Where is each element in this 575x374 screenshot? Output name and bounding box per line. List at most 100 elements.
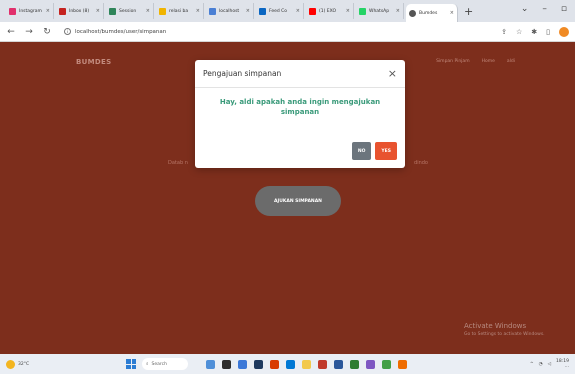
tab-feed[interactable]: Feed Co × — [256, 3, 304, 19]
sun-icon — [6, 359, 15, 369]
top-nav: Simpan Pinjam Home aldi — [436, 59, 515, 64]
taskbar-search[interactable]: ⌕ Search — [142, 358, 188, 370]
tab-relasi[interactable]: relasi ba × — [156, 3, 204, 19]
wifi-icon[interactable]: ◔ — [539, 362, 543, 367]
welcome-left: Datab n — [168, 160, 188, 166]
info-icon[interactable]: i — [64, 28, 71, 35]
reload-icon[interactable]: ↻ — [42, 27, 52, 37]
sidebar-icon[interactable]: ▯ — [546, 28, 550, 36]
tab-label: Feed Co — [269, 8, 288, 14]
weather-temp: 32°C — [18, 361, 30, 367]
globe-icon — [409, 9, 416, 17]
yes-button[interactable]: YES — [375, 142, 397, 160]
word-icon[interactable] — [334, 359, 343, 369]
search-label: Search — [151, 361, 167, 367]
close-tab-icon[interactable]: × — [346, 8, 350, 14]
modal-footer: NO YES — [351, 142, 397, 160]
office-icon[interactable] — [270, 359, 279, 369]
welcome-right: dindo — [414, 160, 428, 166]
tab-label: Inbox (8) — [69, 8, 90, 14]
slides-icon — [159, 7, 166, 15]
app-orange-icon[interactable] — [398, 359, 407, 369]
close-tab-icon[interactable]: × — [296, 8, 300, 14]
forward-arrow-icon[interactable]: → — [24, 27, 34, 37]
taskbar-apps — [206, 359, 407, 369]
close-icon[interactable]: × — [388, 67, 397, 80]
minimize-button[interactable]: – — [542, 4, 547, 14]
clock-date: ... — [564, 364, 569, 369]
modal-message: Hay, aldi apakah anda ingin mengajukan s… — [219, 98, 381, 116]
chevron-down-icon[interactable]: ⌄ — [521, 4, 529, 14]
gmail-icon — [59, 7, 66, 15]
session-icon — [109, 7, 116, 15]
modal-title: Pengajuan simpanan — [203, 69, 282, 78]
whatsapp-icon — [359, 7, 366, 15]
close-tab-icon[interactable]: × — [196, 8, 200, 14]
share-icon[interactable]: ⇪ — [501, 28, 507, 36]
terminal-icon[interactable] — [254, 359, 263, 369]
back-arrow-icon[interactable]: ← — [6, 27, 16, 37]
url-field[interactable]: i localhost/bumdes/user/simpanan — [64, 28, 166, 35]
tab-label: relasi ba — [169, 8, 189, 14]
nav-user[interactable]: aldi — [507, 59, 515, 64]
activate-windows-watermark: Activate Windows Go to Settings to activ… — [464, 322, 545, 337]
close-tab-icon[interactable]: × — [246, 8, 250, 14]
clock[interactable]: 18:19 ... — [556, 359, 569, 369]
volume-icon[interactable]: ◁ — [548, 362, 551, 367]
tab-label: (1) EXO — [319, 8, 336, 14]
close-tab-icon[interactable]: × — [46, 8, 50, 14]
ajukan-simpanan-button[interactable]: AJUKAN SIMPANAN — [255, 186, 341, 216]
task-view-icon[interactable] — [222, 359, 231, 369]
star-icon[interactable]: ☆ — [516, 28, 522, 36]
windows-start-icon[interactable] — [126, 359, 136, 369]
edge-icon[interactable] — [238, 359, 247, 369]
nav-home[interactable]: Home — [482, 59, 495, 64]
tab-inbox[interactable]: Inbox (8) × — [56, 3, 104, 19]
close-tab-icon[interactable]: × — [450, 10, 454, 16]
app-green-icon[interactable] — [382, 359, 391, 369]
tab-label: localhost — [219, 8, 240, 14]
folder-icon[interactable] — [302, 359, 311, 369]
tab-label: WhatsAp — [369, 8, 390, 14]
app-purple-icon[interactable] — [366, 359, 375, 369]
windows-taskbar: 32°C ⌕ Search ^ ◔ ◁ 18:19 ... — [0, 354, 575, 374]
extensions-icon[interactable]: ✱ — [531, 28, 537, 36]
tab-label: Bumdes — [419, 10, 438, 16]
watermark-subtitle: Go to Settings to activate Windows. — [464, 332, 545, 337]
nav-simpan-pinjam[interactable]: Simpan Pinjam — [436, 59, 470, 64]
tab-instagram[interactable]: Instagram × — [6, 3, 54, 19]
browser-tab-bar: Instagram × Inbox (8) × Session × relasi ba… — [0, 0, 575, 22]
confirm-modal: Pengajuan simpanan × Hay, aldi apakah an… — [195, 60, 405, 168]
linkedin-icon — [259, 7, 266, 15]
chevron-up-icon[interactable]: ^ — [530, 362, 534, 367]
instagram-icon — [9, 7, 16, 15]
watermark-title: Activate Windows — [464, 322, 527, 330]
app-red-icon[interactable] — [318, 359, 327, 369]
store-icon[interactable] — [286, 359, 295, 369]
maximize-button[interactable]: ▫ — [561, 4, 567, 14]
close-tab-icon[interactable]: × — [146, 8, 150, 14]
tab-whatsapp[interactable]: WhatsAp × — [356, 3, 404, 19]
tab-session[interactable]: Session × — [106, 3, 154, 19]
tab-localhost[interactable]: localhost × — [206, 3, 254, 19]
close-tab-icon[interactable]: × — [96, 8, 100, 14]
tab-label: Instagram — [19, 8, 42, 14]
modal-header: Pengajuan simpanan × — [195, 60, 405, 88]
browser-toolbar-right: ⇪ ☆ ✱ ▯ — [501, 26, 569, 37]
chrome-icon[interactable] — [350, 359, 359, 369]
no-button[interactable]: NO — [351, 142, 372, 160]
widgets-icon[interactable] — [206, 359, 215, 369]
profile-avatar[interactable] — [559, 26, 569, 37]
localhost-icon — [209, 7, 216, 15]
weather-widget[interactable]: 32°C — [6, 359, 96, 369]
system-tray: ^ ◔ ◁ 18:19 ... — [530, 359, 569, 369]
brand-logo[interactable]: BUMDES — [76, 58, 111, 66]
url-text: localhost/bumdes/user/simpanan — [75, 28, 167, 35]
tab-label: Session — [119, 8, 137, 14]
close-tab-icon[interactable]: × — [396, 8, 400, 14]
youtube-icon — [309, 7, 316, 15]
new-tab-button[interactable]: + — [464, 5, 473, 18]
tab-bumdes[interactable]: Bumdes × — [406, 4, 458, 22]
tab-youtube[interactable]: (1) EXO × — [306, 3, 354, 19]
search-icon: ⌕ — [146, 362, 149, 367]
